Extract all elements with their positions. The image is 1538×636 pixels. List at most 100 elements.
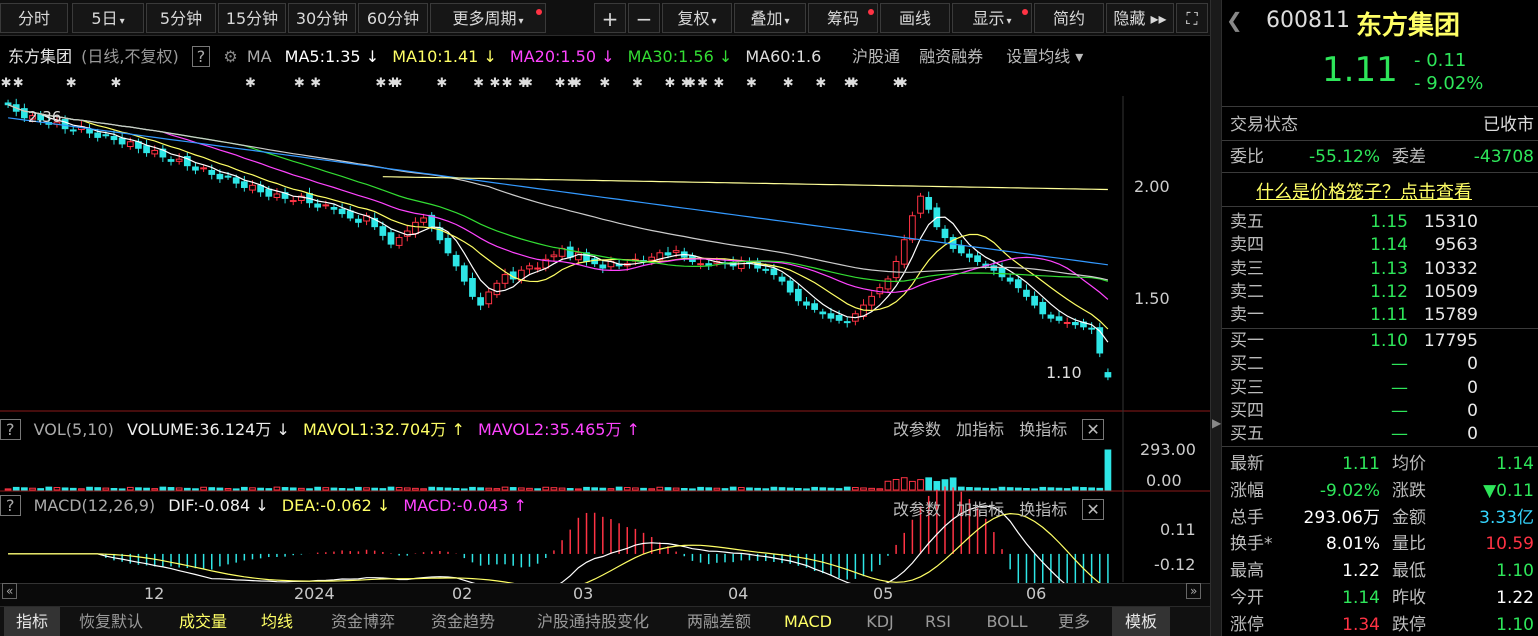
kline-chart-area[interactable]: ✱ ✱ ✱ ✱ ✱ ✱ ✱ ✱ ✱ ✱ ✱ ✱ ✱ ✱ ✱ ✱ ✱ ✱ ✱ ✱ ✱ ✱ ✱ ✱ ✱ ✱ ✱ ✱ ✱ ✱ ✱ ✱ ✱ 东方集团 (…: [0, 36, 1210, 606]
level-label: 卖五: [1230, 212, 1264, 232]
macd-legend: ? MACD(12,26,9) DIF:-0.084 ↓ DEA:-0.062 …: [0, 495, 535, 516]
tab-ma[interactable]: 均线: [248, 607, 306, 636]
add-indicator-button[interactable]: 加指标: [956, 500, 1004, 519]
ask-level-row[interactable]: 卖三 1.13 10332: [1222, 257, 1538, 281]
change-params-button[interactable]: 改参数: [893, 420, 941, 439]
volume-bar: [852, 487, 859, 491]
volume-bar: [493, 488, 501, 491]
tab-fund-trend[interactable]: 资金趋势: [416, 607, 510, 636]
volume-bar: [469, 486, 476, 491]
ask-level-row[interactable]: 卖二 1.12 10509: [1222, 280, 1538, 304]
tab-fund-game[interactable]: 资金博弈: [316, 607, 410, 636]
help-icon[interactable]: ?: [0, 419, 21, 440]
kline-chart[interactable]: ✱ ✱ ✱ ✱ ✱ ✱ ✱ ✱ ✱✱ ✱ ✱ ✱ ✱ ✱✱ ✱ ✱✱ ✱ ✱ ✱ ✱✱ ✱ ✱ ✱ ✱ ✱ ✱✱ ✱✱: [0, 36, 1210, 606]
tab-macd[interactable]: MACD: [772, 607, 844, 636]
bid-level-row[interactable]: 买三 — 0: [1222, 376, 1538, 400]
candle-body: [1014, 279, 1022, 289]
volume-bar: [21, 487, 28, 491]
margin-trading-button[interactable]: 融资融券: [919, 47, 983, 66]
volume-bar: [126, 486, 134, 491]
overlay-button[interactable]: 叠加 ▾: [734, 3, 806, 33]
help-icon[interactable]: ?: [0, 495, 21, 516]
tab-margin-diff[interactable]: 两融差额: [676, 607, 762, 636]
tab-restore-default[interactable]: 恢复默认: [66, 607, 156, 636]
period-tab-30min[interactable]: 30分钟: [288, 3, 356, 33]
close-icon[interactable]: ✕: [1082, 499, 1104, 520]
weibi-value: -55.12%: [1309, 147, 1380, 167]
switch-indicator-button[interactable]: 换指标: [1019, 500, 1067, 519]
period-tab-60min[interactable]: 60分钟: [358, 3, 428, 33]
candle-body: [1039, 301, 1047, 315]
draw-line-button[interactable]: 画线: [880, 3, 950, 33]
ma5-value: MA5:1.35 ↓: [284, 47, 380, 66]
back-arrow-icon[interactable]: ❮: [1226, 8, 1243, 32]
scroll-right-icon[interactable]: »: [1186, 583, 1202, 599]
period-more-button[interactable]: 更多周期 ▾: [430, 3, 546, 33]
event-marker-icon: ✱: [245, 76, 256, 91]
zoom-out-icon: −: [635, 7, 653, 31]
switch-indicator-button[interactable]: 换指标: [1019, 420, 1067, 439]
candle-body: [1055, 316, 1063, 321]
candle-body: [4, 102, 12, 106]
period-tab-15min[interactable]: 15分钟: [218, 3, 286, 33]
bid-level-row[interactable]: 买一 1.10 17795: [1222, 329, 1538, 353]
tab-template[interactable]: 模板: [1112, 607, 1170, 636]
volume-bar: [61, 487, 69, 491]
gear-icon[interactable]: ⚙: [223, 47, 237, 66]
period-tab-5min[interactable]: 5分钟: [146, 3, 216, 33]
period-tab-5day[interactable]: 5日 ▾: [72, 3, 144, 33]
volume-bar: [420, 488, 427, 491]
candle-body: [566, 246, 574, 258]
chips-button[interactable]: 筹码: [808, 3, 878, 33]
fullscreen-button[interactable]: ⛶: [1176, 3, 1208, 33]
tab-rsi[interactable]: RSI: [912, 607, 964, 636]
collapse-panel-icon[interactable]: ▶: [1212, 416, 1221, 430]
candle-body: [477, 297, 484, 306]
notify-dot-icon: [536, 9, 542, 15]
bid-level-row[interactable]: 买四 — 0: [1222, 399, 1538, 423]
vol-indicator-name: VOL(5,10): [33, 420, 114, 439]
tab-more[interactable]: 更多: [1048, 607, 1100, 636]
candle-body: [1006, 277, 1014, 282]
candle-body: [526, 265, 533, 270]
volume-bar: [1031, 488, 1038, 491]
level-label: 卖四: [1230, 235, 1264, 256]
hgt-button[interactable]: 沪股通: [852, 47, 900, 66]
period-tab-timeshare[interactable]: 分时: [0, 3, 68, 33]
hide-button[interactable]: 隐藏 ▸▸: [1106, 3, 1174, 33]
candle-body: [827, 313, 835, 319]
change-params-button[interactable]: 改参数: [893, 500, 941, 519]
volume-bar: [1088, 487, 1095, 491]
set-ma-button[interactable]: 设置均线 ▾: [1006, 47, 1083, 66]
simple-mode-button[interactable]: 简约: [1034, 3, 1104, 33]
zoom-in-button[interactable]: +: [594, 3, 626, 33]
ask-level-row[interactable]: 卖四 1.14 9563: [1222, 233, 1538, 257]
candle-body: [990, 265, 998, 271]
event-marker-icon: ✱: [685, 76, 696, 91]
volume-bar: [403, 487, 411, 491]
tab-indicator[interactable]: 指标: [4, 607, 60, 636]
display-button[interactable]: 显示 ▾: [952, 3, 1032, 33]
tab-hgt-holding[interactable]: 沪股通持股变化: [518, 607, 668, 636]
ask-level-row[interactable]: 卖五 1.15 15310: [1222, 210, 1538, 234]
help-icon[interactable]: ?: [191, 46, 211, 67]
zoom-out-button[interactable]: −: [628, 3, 660, 33]
add-indicator-button[interactable]: 加指标: [956, 420, 1004, 439]
price-cage-link[interactable]: 什么是价格笼子？点击查看: [1256, 178, 1472, 204]
scroll-left-icon[interactable]: «: [2, 583, 18, 599]
panel-splitter[interactable]: ▶: [1210, 0, 1222, 636]
close-icon[interactable]: ✕: [1082, 419, 1104, 440]
tab-volume[interactable]: 成交量: [164, 607, 242, 636]
candle-body: [534, 267, 541, 270]
candle-body: [843, 321, 851, 324]
bid-level-row[interactable]: 买二 — 0: [1222, 352, 1538, 376]
volume-bar: [159, 486, 167, 491]
volume-bar: [843, 486, 851, 491]
volume-bar: [175, 487, 183, 491]
tab-kdj[interactable]: KDJ: [854, 607, 906, 636]
tab-boll[interactable]: BOLL: [974, 607, 1040, 636]
volume-bar: [183, 487, 191, 491]
adjust-rights-button[interactable]: 复权 ▾: [662, 3, 732, 33]
bid-level-row[interactable]: 买五 — 0: [1222, 422, 1538, 446]
ask-level-row[interactable]: 卖一 1.11 15789: [1222, 303, 1538, 327]
